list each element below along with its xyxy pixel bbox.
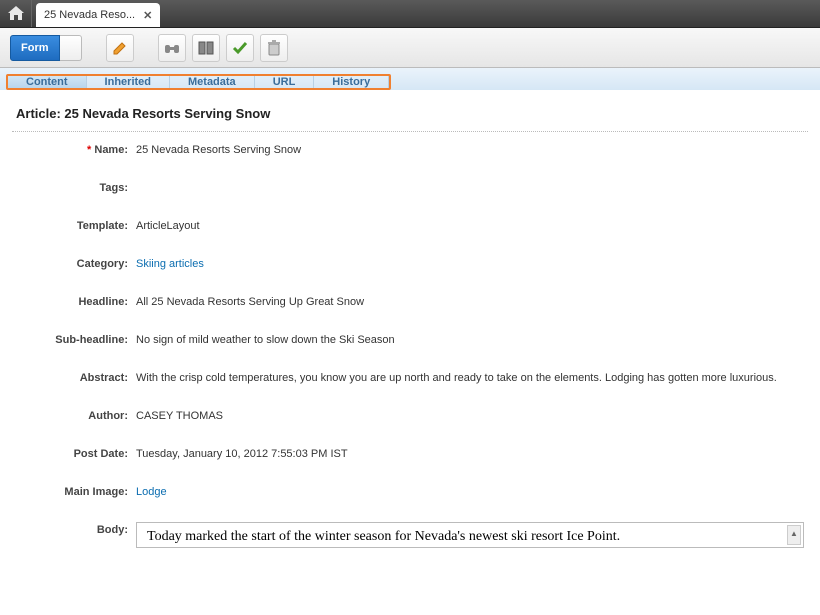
check-icon bbox=[232, 41, 248, 55]
value-author: CASEY THOMAS bbox=[136, 408, 804, 424]
value-name: 25 Nevada Resorts Serving Snow bbox=[136, 142, 804, 158]
scrollbar[interactable]: ▲ bbox=[787, 525, 801, 545]
close-icon[interactable]: ✕ bbox=[143, 9, 152, 22]
subtab-highlight: Content Inherited Metadata URL History bbox=[6, 74, 391, 90]
document-tab[interactable]: 25 Nevada Reso... ✕ bbox=[36, 3, 160, 27]
form-button[interactable]: Form bbox=[10, 35, 60, 61]
home-icon bbox=[8, 6, 24, 20]
row-category: Category: Skiing articles bbox=[16, 256, 804, 272]
divider bbox=[12, 131, 808, 132]
form-alt-button[interactable] bbox=[60, 35, 82, 61]
approve-button[interactable] bbox=[226, 34, 254, 62]
value-body: Today marked the start of the winter sea… bbox=[147, 529, 620, 544]
row-tags: Tags: bbox=[16, 180, 804, 196]
tab-url[interactable]: URL bbox=[255, 76, 315, 88]
row-abstract: Abstract: With the crisp cold temperatur… bbox=[16, 370, 804, 386]
body-editor[interactable]: Today marked the start of the winter sea… bbox=[136, 522, 804, 548]
label-headline: Headline: bbox=[16, 294, 136, 310]
tab-content[interactable]: Content bbox=[8, 76, 87, 88]
row-author: Author: CASEY THOMAS bbox=[16, 408, 804, 424]
trash-icon bbox=[267, 40, 281, 56]
label-template: Template: bbox=[16, 218, 136, 234]
row-body: Body: Today marked the start of the wint… bbox=[16, 522, 804, 548]
value-subheadline: No sign of mild weather to slow down the… bbox=[136, 332, 804, 348]
label-category: Category: bbox=[16, 256, 136, 272]
compare-button[interactable] bbox=[192, 34, 220, 62]
tab-metadata[interactable]: Metadata bbox=[170, 76, 255, 88]
label-mainimage: Main Image: bbox=[16, 484, 136, 500]
label-tags: Tags: bbox=[16, 180, 136, 196]
label-abstract: Abstract: bbox=[16, 370, 136, 386]
row-headline: Headline: All 25 Nevada Resorts Serving … bbox=[16, 294, 804, 310]
titlebar: 25 Nevada Reso... ✕ bbox=[0, 0, 820, 28]
label-body: Body: bbox=[16, 522, 136, 538]
binoculars-button[interactable] bbox=[158, 34, 186, 62]
toolbar: Form bbox=[0, 28, 820, 68]
value-postdate: Tuesday, January 10, 2012 7:55:03 PM IST bbox=[136, 446, 804, 462]
row-template: Template: ArticleLayout bbox=[16, 218, 804, 234]
row-postdate: Post Date: Tuesday, January 10, 2012 7:5… bbox=[16, 446, 804, 462]
row-mainimage: Main Image: Lodge bbox=[16, 484, 804, 500]
binoculars-icon bbox=[164, 41, 180, 55]
tab-title: 25 Nevada Reso... bbox=[44, 9, 135, 21]
label-name: Name: bbox=[94, 144, 128, 156]
row-name: * Name: 25 Nevada Resorts Serving Snow bbox=[16, 142, 804, 158]
row-subheadline: Sub-headline: No sign of mild weather to… bbox=[16, 332, 804, 348]
value-template: ArticleLayout bbox=[136, 218, 804, 234]
heading-title: 25 Nevada Resorts Serving Snow bbox=[64, 106, 270, 121]
home-button[interactable] bbox=[0, 0, 32, 27]
label-postdate: Post Date: bbox=[16, 446, 136, 462]
value-category[interactable]: Skiing articles bbox=[136, 256, 804, 272]
heading-prefix: Article: bbox=[16, 106, 64, 121]
pencil-icon bbox=[112, 40, 128, 56]
article-heading: Article: 25 Nevada Resorts Serving Snow bbox=[0, 90, 820, 131]
value-abstract: With the crisp cold temperatures, you kn… bbox=[136, 370, 804, 386]
tab-history[interactable]: History bbox=[314, 76, 389, 88]
form-area: * Name: 25 Nevada Resorts Serving Snow T… bbox=[0, 142, 820, 548]
label-subheadline: Sub-headline: bbox=[16, 332, 136, 348]
label-author: Author: bbox=[16, 408, 136, 424]
compare-icon bbox=[198, 41, 214, 55]
edit-button[interactable] bbox=[106, 34, 134, 62]
value-headline: All 25 Nevada Resorts Serving Up Great S… bbox=[136, 294, 804, 310]
tab-inherited[interactable]: Inherited bbox=[87, 76, 170, 88]
delete-button[interactable] bbox=[260, 34, 288, 62]
value-mainimage[interactable]: Lodge bbox=[136, 484, 804, 500]
